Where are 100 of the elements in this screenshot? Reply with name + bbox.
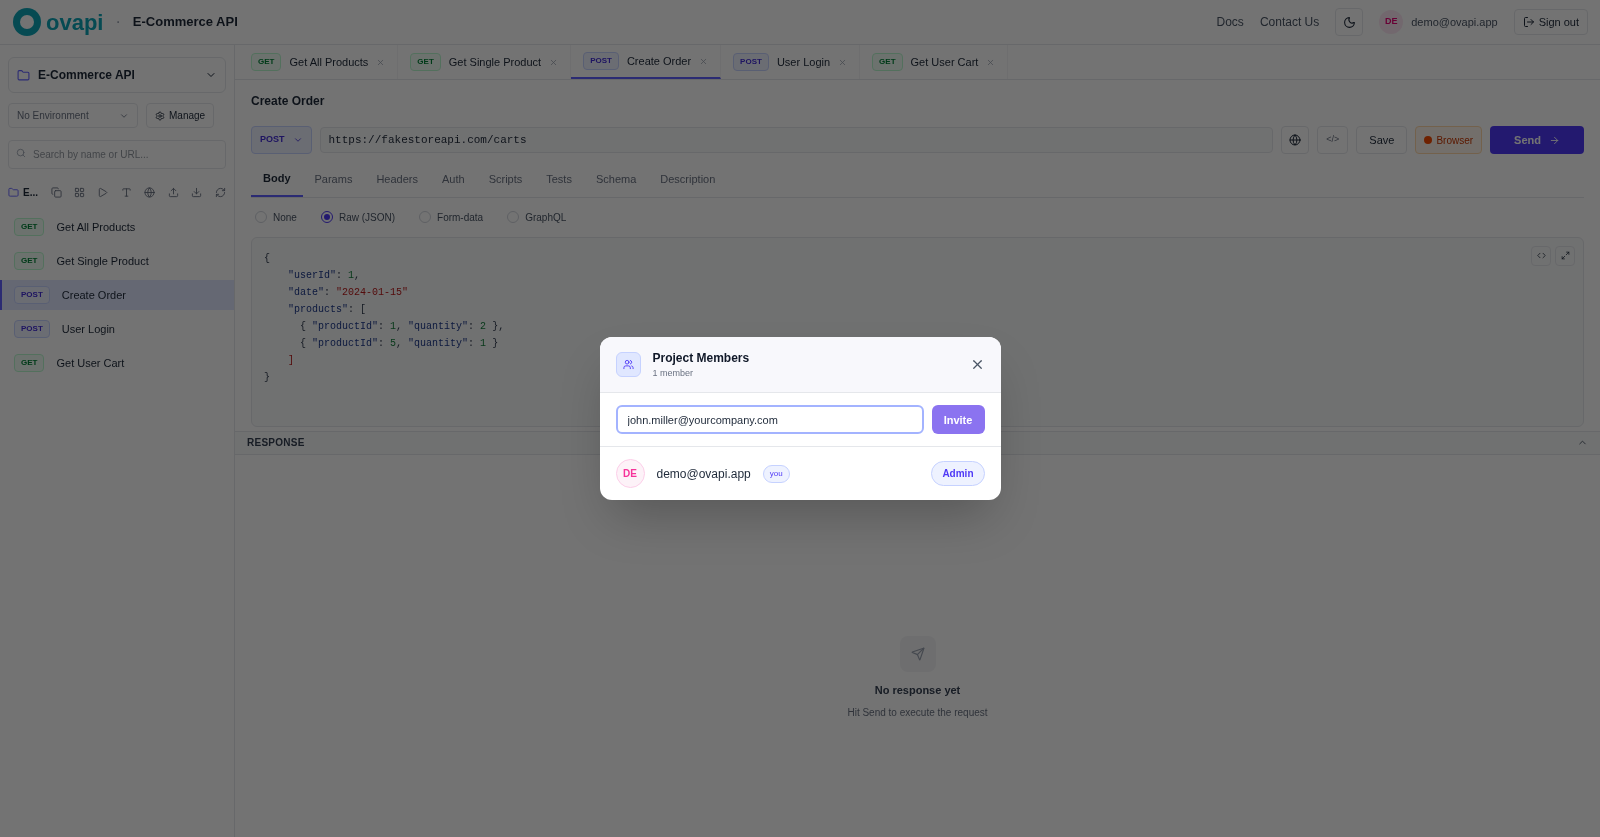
method-badge: GET — [872, 53, 903, 71]
download-icon[interactable] — [191, 187, 203, 198]
request-subtab[interactable]: Params — [302, 162, 365, 197]
tab-label: Get User Cart — [910, 54, 979, 70]
logo-icon — [12, 7, 42, 37]
request-name: Get All Products — [56, 219, 136, 235]
you-tag: you — [762, 464, 790, 483]
separator: · — [115, 12, 121, 32]
code-line: } — [264, 370, 270, 385]
code-line: ] — [287, 353, 294, 368]
member-email: demo@ovapi.app — [656, 465, 751, 483]
request-title: Create Order — [251, 93, 326, 110]
member-avatar: DE — [615, 459, 645, 489]
method-select[interactable]: POST — [251, 126, 312, 154]
text-icon[interactable] — [120, 187, 132, 198]
code-line: "date": "2024-01-15" — [287, 285, 409, 300]
tab-label: Get Single Product — [448, 54, 542, 70]
globe-icon — [1289, 134, 1302, 146]
code-line: { "productId": 5, "quantity": 1 } — [299, 336, 499, 351]
expand-button[interactable] — [1555, 245, 1575, 266]
sidebar-item[interactable]: GET Get User Cart — [0, 348, 234, 378]
method-badge: GET — [251, 53, 282, 71]
environment-select[interactable]: No Environment — [8, 103, 138, 128]
globe-icon[interactable] — [144, 187, 156, 198]
url-field[interactable]: https://fakestoreapi.com/carts — [319, 126, 1274, 154]
nav-link[interactable]: Docs — [1216, 13, 1244, 31]
method-badge: POST — [733, 53, 769, 71]
request-subtab[interactable]: Description — [648, 162, 728, 197]
method-badge: POST — [14, 320, 50, 338]
radio-label: None — [273, 210, 297, 225]
invite-button[interactable]: Invite — [931, 405, 985, 435]
tab-label: User Login — [776, 54, 831, 70]
manage-button[interactable]: Manage — [146, 103, 215, 128]
request-subtab[interactable]: Body — [251, 162, 303, 197]
theme-button[interactable] — [1335, 8, 1364, 36]
code-button[interactable]: </> — [1317, 126, 1349, 154]
refresh-icon[interactable] — [214, 187, 226, 198]
moon-icon — [1342, 15, 1356, 29]
sidebar-item[interactable]: POST User Login — [0, 314, 234, 344]
browser-button[interactable]: Browser — [1415, 126, 1483, 154]
request-name: Get Single Product — [56, 253, 149, 269]
request-subtab[interactable]: Schema — [583, 162, 649, 197]
request-name: Get User Cart — [56, 355, 125, 371]
empty-title: No response yet — [874, 683, 961, 698]
code-view-button[interactable] — [1531, 245, 1551, 266]
request-tab[interactable]: GET Get All Products — [239, 45, 399, 79]
send-icon — [899, 636, 936, 672]
sign-out-button[interactable]: Sign out — [1513, 8, 1588, 36]
grid-icon[interactable] — [74, 187, 85, 198]
save-button[interactable]: Save — [1356, 126, 1408, 154]
request-name: Create Order — [61, 287, 126, 303]
collection-name: E... — [23, 186, 38, 200]
close-icon[interactable] — [376, 57, 386, 67]
play-icon[interactable] — [97, 187, 109, 198]
expand-icon — [1560, 251, 1570, 260]
send-button[interactable]: Send — [1490, 126, 1584, 154]
close-icon[interactable] — [986, 57, 996, 67]
radio-label: GraphQL — [525, 210, 567, 225]
user-avatar: DE — [1379, 10, 1404, 34]
close-icon[interactable] — [699, 56, 709, 66]
request-subtab[interactable]: Scripts — [476, 162, 535, 197]
nav-link[interactable]: Contact Us — [1259, 13, 1320, 31]
request-subtab[interactable]: Auth — [430, 162, 477, 197]
request-tab[interactable]: POST Create Order — [571, 45, 722, 79]
response-label: RESPONSE — [247, 436, 305, 450]
code-line: { "productId": 1, "quantity": 2 }, — [299, 319, 505, 334]
request-tab[interactable]: GET Get Single Product — [398, 45, 572, 79]
sidebar-item[interactable]: GET Get All Products — [0, 212, 234, 242]
logo-text: ovapi — [46, 8, 104, 37]
folder-icon — [17, 68, 30, 82]
project-selector[interactable]: E-Commerce API — [8, 57, 226, 93]
radio-label: Raw (JSON) — [338, 210, 396, 225]
folder-icon — [8, 187, 19, 198]
copy-icon[interactable] — [50, 187, 62, 198]
request-subtab[interactable]: Headers — [364, 162, 430, 197]
request-subtab[interactable]: Tests — [534, 162, 584, 197]
close-icon[interactable] — [549, 57, 559, 67]
sidebar-item[interactable]: GET Get Single Product — [0, 246, 234, 276]
method-badge: GET — [14, 354, 45, 372]
settings-icon — [155, 110, 165, 121]
globe-button[interactable] — [1281, 126, 1310, 154]
method-badge: GET — [14, 218, 45, 236]
code-line: "userId": 1, — [287, 268, 361, 283]
dialog-title: Project Members — [652, 349, 750, 367]
project-name: E-Commerce API — [132, 13, 238, 32]
request-tab[interactable]: GET Get User Cart — [860, 45, 1009, 79]
method-badge: GET — [14, 252, 45, 270]
email-input[interactable]: john.miller@yourcompany.com — [615, 405, 924, 435]
tab-label: Create Order — [626, 53, 692, 69]
method-badge: GET — [410, 53, 441, 71]
upload-icon[interactable] — [167, 187, 179, 198]
method-badge: POST — [583, 52, 619, 70]
close-icon[interactable] — [838, 57, 848, 67]
method-badge: POST — [14, 286, 50, 304]
members-icon — [615, 352, 641, 377]
radio-label: Form-data — [437, 210, 484, 225]
request-tab[interactable]: POST User Login — [721, 45, 861, 79]
sidebar-item[interactable]: POST Create Order — [0, 280, 234, 310]
code-line: { — [264, 251, 270, 266]
request-name: User Login — [61, 321, 115, 337]
